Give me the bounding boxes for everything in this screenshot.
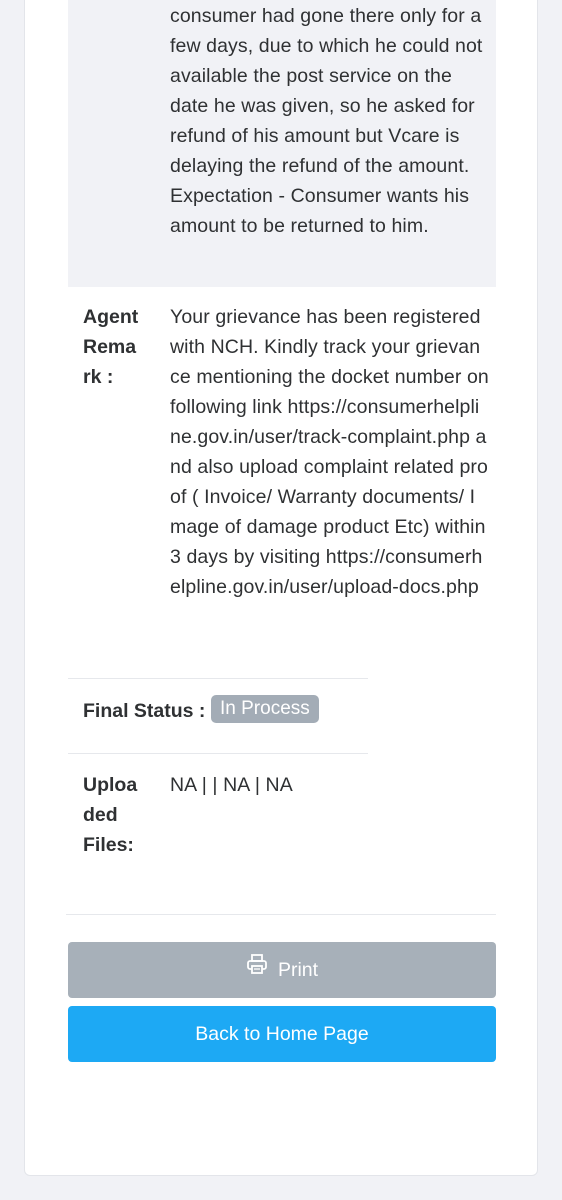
print-label: Print — [277, 959, 319, 981]
agent-remark-label: Agent Rema rk : — [83, 306, 139, 388]
complaint-description: consumer had gone there only for a few d… — [170, 5, 483, 237]
complaint-detail-card: consumer had gone there only for a few d… — [24, 0, 538, 1176]
divider — [68, 678, 368, 679]
print-button[interactable]: Print — [68, 942, 496, 998]
printer-icon — [246, 941, 268, 997]
divider — [68, 753, 368, 754]
status-badge: In Process — [211, 695, 319, 723]
uploaded-files-value: NA | | NA | NA — [170, 774, 293, 796]
agent-remark-value: Your grievance has been registered with … — [170, 306, 489, 598]
uploaded-files-label: Uploa ded Files: — [83, 774, 138, 856]
back-to-home-button[interactable]: Back to Home Page — [68, 1006, 496, 1062]
final-status-label: Final Status : — [83, 700, 206, 722]
back-to-home-label: Back to Home Page — [195, 1023, 369, 1045]
divider — [66, 914, 496, 915]
